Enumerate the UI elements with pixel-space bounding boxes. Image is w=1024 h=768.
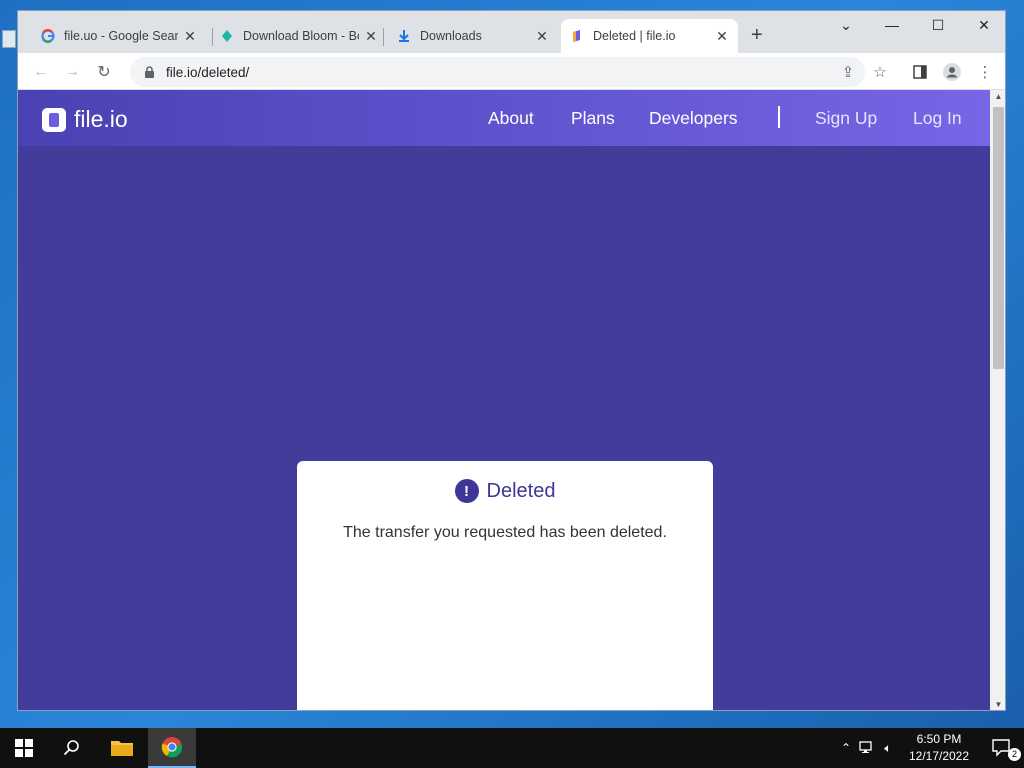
side-panel-icon[interactable] bbox=[910, 62, 930, 82]
close-tab-icon[interactable]: ✕ bbox=[363, 28, 379, 45]
chrome-taskbar-button[interactable] bbox=[148, 728, 196, 768]
show-hidden-icons-icon[interactable]: ⌃ bbox=[838, 741, 854, 755]
nav-developers-link[interactable]: Developers bbox=[649, 108, 738, 129]
minimize-button[interactable]: — bbox=[869, 17, 915, 33]
logo-text: file.io bbox=[74, 106, 128, 132]
tab-title: Downloads bbox=[420, 29, 482, 43]
taskbar-clock[interactable]: 6:50 PM 12/17/2022 bbox=[906, 731, 972, 765]
action-center-button[interactable]: 2 bbox=[980, 728, 1024, 768]
clock-date: 12/17/2022 bbox=[908, 749, 970, 763]
folder-icon bbox=[111, 741, 133, 756]
file-explorer-button[interactable] bbox=[98, 728, 146, 768]
bloom-icon bbox=[219, 28, 235, 44]
card-message: The transfer you requested has been dele… bbox=[343, 524, 667, 541]
close-tab-icon[interactable]: ✕ bbox=[534, 28, 550, 45]
scroll-thumb[interactable] bbox=[993, 107, 1004, 369]
nav-signup-link[interactable]: Sign Up bbox=[815, 108, 877, 129]
tab-google-search[interactable]: file.uo - Google Search ✕ bbox=[32, 19, 206, 53]
tab-downloads[interactable]: Downloads ✕ bbox=[388, 19, 558, 53]
search-icon bbox=[63, 740, 79, 756]
browser-menu-icon[interactable]: ⋮ bbox=[975, 62, 995, 82]
tab-separator bbox=[383, 28, 384, 46]
tab-strip: file.uo - Google Search ✕ Download Bloom… bbox=[18, 11, 1005, 53]
card-title: Deleted bbox=[486, 479, 556, 502]
desktop-shortcut-icon[interactable] bbox=[0, 30, 18, 70]
address-bar[interactable]: file.io/deleted/ bbox=[130, 57, 865, 87]
search-button[interactable] bbox=[48, 728, 96, 768]
system-tray: ⌃ 🔈︎ bbox=[838, 728, 898, 768]
back-button[interactable]: ← bbox=[30, 61, 52, 83]
lock-icon[interactable] bbox=[142, 65, 156, 79]
nav-login-link[interactable]: Log In bbox=[913, 108, 962, 129]
alert-icon: ! bbox=[454, 479, 479, 503]
tab-fileio-deleted[interactable]: Deleted | file.io ✕ bbox=[561, 19, 738, 53]
network-icon[interactable] bbox=[856, 740, 878, 757]
scroll-down-arrow-icon[interactable]: ▼ bbox=[990, 698, 1005, 710]
close-tab-icon[interactable]: ✕ bbox=[714, 28, 730, 45]
windows-logo-icon bbox=[15, 739, 33, 757]
download-icon bbox=[396, 28, 412, 44]
chrome-icon bbox=[161, 737, 183, 758]
page-scrollbar[interactable]: ▲ ▼ bbox=[990, 90, 1005, 710]
tab-title: Deleted | file.io bbox=[593, 29, 676, 43]
share-icon[interactable]: ⇪ bbox=[838, 62, 858, 82]
bookmark-star-icon[interactable]: ☆ bbox=[870, 62, 890, 82]
close-tab-icon[interactable]: ✕ bbox=[182, 28, 198, 45]
taskbar: ⌃ 🔈︎ 6:50 PM 12/17/2022 2 bbox=[0, 728, 1024, 768]
page-viewport: file.io About Plans Developers Sign Up L… bbox=[18, 90, 990, 710]
tab-title: file.uo - Google Search bbox=[64, 29, 178, 43]
fileio-logo-icon bbox=[42, 107, 66, 132]
nav-divider bbox=[778, 106, 780, 128]
close-window-button[interactable]: ✕ bbox=[961, 17, 1005, 34]
scroll-up-arrow-icon[interactable]: ▲ bbox=[990, 90, 1005, 104]
tab-title: Download Bloom - Bo bbox=[243, 29, 359, 43]
new-tab-button[interactable]: + bbox=[751, 25, 763, 45]
fileio-icon bbox=[569, 28, 585, 44]
start-button[interactable] bbox=[0, 728, 48, 768]
maximize-button[interactable]: ☐ bbox=[915, 17, 961, 34]
volume-icon[interactable]: 🔈︎ bbox=[878, 741, 898, 756]
google-icon bbox=[40, 28, 56, 44]
tab-download-bloom[interactable]: Download Bloom - Bo ✕ bbox=[211, 19, 387, 53]
notification-count-badge: 2 bbox=[1008, 748, 1021, 761]
site-logo[interactable]: file.io bbox=[42, 106, 128, 133]
deleted-card: ! Deleted The transfer you requested has… bbox=[297, 461, 713, 710]
clock-time: 6:50 PM bbox=[916, 732, 962, 746]
profile-avatar-icon[interactable] bbox=[942, 62, 962, 82]
browser-toolbar: ← → ↻ file.io/deleted/ ⇪ ☆ ⋮ bbox=[18, 53, 1005, 90]
browser-window: file.uo - Google Search ✕ Download Bloom… bbox=[17, 10, 1006, 711]
address-text: file.io/deleted/ bbox=[166, 64, 250, 80]
reload-button[interactable]: ↻ bbox=[93, 61, 115, 83]
forward-button[interactable]: → bbox=[61, 61, 83, 83]
nav-about-link[interactable]: About bbox=[488, 108, 534, 129]
card-header: ! Deleted bbox=[297, 479, 713, 503]
site-header: file.io About Plans Developers Sign Up L… bbox=[18, 90, 990, 146]
tab-search-icon[interactable]: ⌄ bbox=[823, 17, 869, 34]
nav-plans-link[interactable]: Plans bbox=[571, 108, 615, 129]
